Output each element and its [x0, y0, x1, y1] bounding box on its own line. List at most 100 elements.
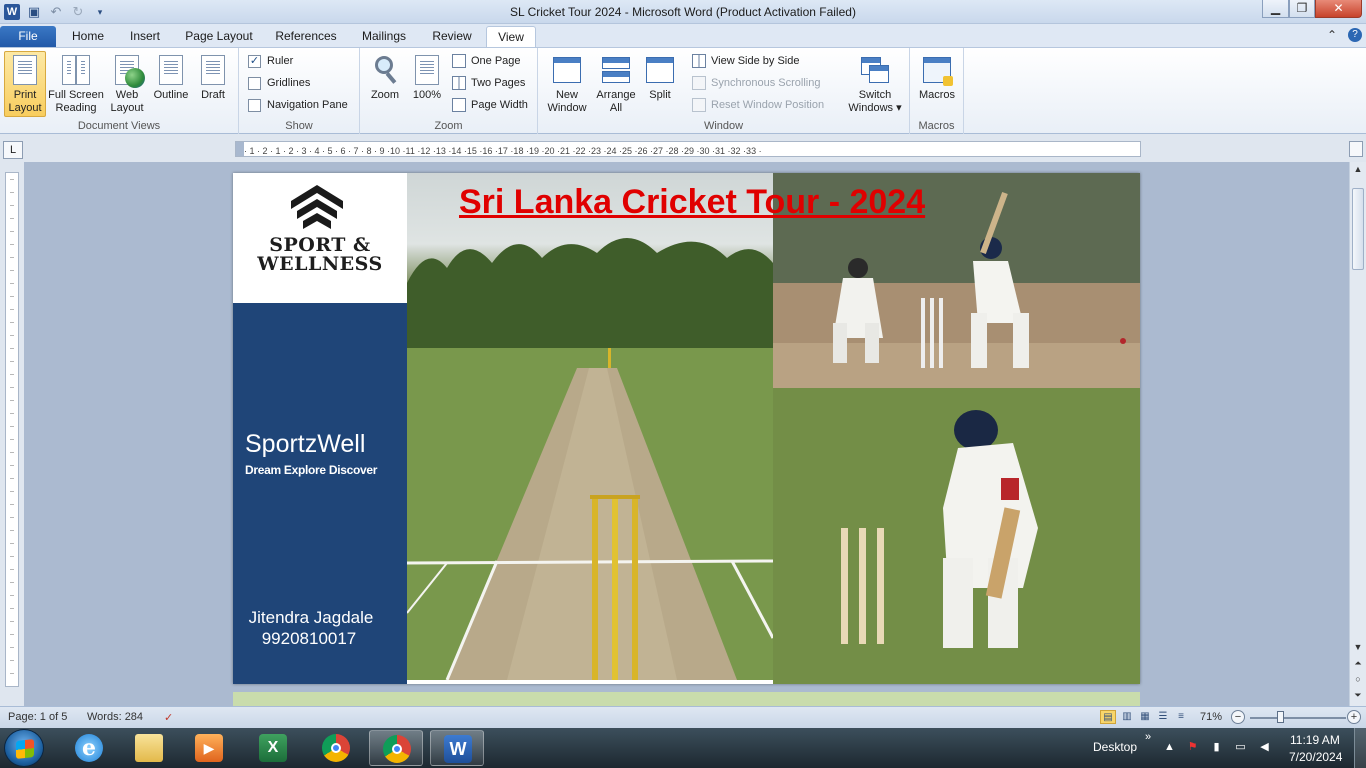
taskbar-chrome-running[interactable] [369, 730, 423, 766]
group-label-macros: Macros [918, 120, 955, 132]
minimize-button[interactable]: ▁ [1262, 0, 1289, 18]
scroll-down-icon[interactable]: ▼ [1350, 640, 1366, 654]
volume-icon[interactable]: ◀ [1258, 741, 1271, 754]
ruler-label: Ruler [267, 55, 294, 67]
print-layout-view-icon[interactable]: ▤ [1100, 710, 1116, 724]
vertical-ruler[interactable] [5, 172, 19, 687]
tab-mailings[interactable]: Mailings [356, 26, 412, 47]
view-ruler-icon[interactable] [1349, 141, 1363, 157]
action-center-icon[interactable]: ⚑ [1186, 741, 1199, 754]
navigation-pane-checkbox[interactable]: Navigation Pane [248, 96, 348, 114]
browse-object-icon[interactable]: ○ [1350, 672, 1366, 686]
page-width-button[interactable]: Page Width [452, 96, 528, 114]
show-desktop-button[interactable] [1354, 728, 1366, 768]
new-window-label-1: New [555, 89, 578, 101]
print-layout-icon [9, 54, 41, 86]
tab-home[interactable]: Home [66, 26, 110, 47]
desktop-toolbar-label[interactable]: Desktop [1093, 740, 1137, 754]
synchronous-scrolling-button[interactable]: Synchronous Scrolling [692, 74, 820, 92]
horizontal-ruler[interactable]: · 1 · 2 · 1 · 2 · 3 · 4 · 5 · 6 · 7 · 8 … [235, 141, 1141, 157]
close-button[interactable]: ✕ [1315, 0, 1362, 18]
clock-date[interactable]: 7/20/2024 [1289, 750, 1342, 764]
tab-review[interactable]: Review [426, 26, 478, 47]
print-layout-button[interactable]: Print Layout [4, 51, 46, 117]
next-page-top [233, 692, 1140, 706]
outline-button[interactable]: Outline [150, 51, 192, 102]
network-icon[interactable]: ▭ [1234, 741, 1247, 754]
ruler-checkbox[interactable]: ✓ Ruler [248, 52, 293, 70]
document-page[interactable]: SPORT & WELLNESS SportzWell Dream Explor… [233, 173, 1140, 684]
zoom-in-button[interactable]: + [1347, 710, 1361, 724]
web-layout-view-icon[interactable]: ▦ [1137, 710, 1153, 724]
split-icon [644, 54, 676, 86]
macros-button[interactable]: Macros [916, 51, 958, 102]
group-label-show: Show [285, 120, 313, 132]
ruler-check-icon[interactable]: ✓ [248, 54, 261, 68]
tab-view[interactable]: View [486, 26, 536, 47]
view-side-by-side-button[interactable]: View Side by Side [692, 52, 799, 70]
vertical-scrollbar[interactable]: ▲ ▼ ⏶ ○ ⏷ [1349, 162, 1366, 706]
zoom-button[interactable]: Zoom [366, 51, 404, 102]
draft-button[interactable]: Draft [194, 51, 232, 102]
full-screen-reading-button[interactable]: Full Screen Reading [48, 51, 104, 115]
taskbar-chrome[interactable] [309, 730, 363, 766]
arrange-all-button[interactable]: Arrange All [593, 51, 639, 115]
full-screen-view-icon[interactable]: ▥ [1119, 710, 1135, 724]
brand-name: SportzWell [245, 430, 366, 458]
page-title[interactable]: Sri Lanka Cricket Tour - 2024 [459, 183, 925, 222]
taskbar-media-player[interactable]: ▶ [182, 730, 236, 766]
tab-insert[interactable]: Insert [122, 26, 168, 47]
document-area[interactable]: SPORT & WELLNESS SportzWell Dream Explor… [24, 162, 1349, 706]
zoom-level[interactable]: 71% [1200, 711, 1222, 723]
scroll-up-icon[interactable]: ▲ [1350, 162, 1366, 176]
draft-label: Draft [201, 89, 225, 101]
two-pages-button[interactable]: Two Pages [452, 74, 525, 92]
reset-window-position-button[interactable]: Reset Window Position [692, 96, 824, 114]
tab-selector[interactable]: L [3, 141, 23, 159]
proofing-icon[interactable]: ✓ [164, 711, 173, 724]
zoom-label: Zoom [370, 89, 400, 101]
start-button[interactable] [4, 729, 44, 767]
maximize-button[interactable]: ❐ [1289, 0, 1315, 18]
tab-file[interactable]: File [0, 26, 56, 47]
next-page-icon[interactable]: ⏷ [1350, 688, 1366, 702]
word-count[interactable]: Words: 284 [87, 711, 143, 723]
ribbon-tabs: File Home Insert Page Layout References … [0, 24, 1366, 47]
taskbar-file-explorer[interactable] [122, 730, 176, 766]
taskbar-excel[interactable]: X [246, 730, 300, 766]
tab-references[interactable]: References [270, 26, 342, 47]
navigation-pane-check-icon[interactable] [248, 98, 261, 112]
taskbar-word-running[interactable]: W [430, 730, 484, 766]
print-layout-label-1: Print [13, 89, 37, 101]
device-icon[interactable]: ▮ [1210, 741, 1223, 754]
zoom-100-button[interactable]: 100% [408, 51, 446, 102]
show-hidden-icons-icon[interactable]: ▲ [1163, 741, 1176, 754]
gridlines-checkbox[interactable]: Gridlines [248, 74, 310, 92]
logo-chevron-icon [291, 185, 343, 229]
web-layout-button[interactable]: Web Layout [107, 51, 147, 115]
minimize-ribbon-icon[interactable]: ⌃ [1327, 28, 1337, 42]
outline-view-icon[interactable]: ☰ [1155, 710, 1171, 724]
draft-view-icon[interactable]: ≡ [1173, 710, 1189, 724]
switch-windows-button[interactable]: Switch Windows ▾ [842, 51, 908, 115]
page-count[interactable]: Page: 1 of 5 [8, 711, 67, 723]
help-icon[interactable]: ? [1348, 28, 1362, 42]
one-page-button[interactable]: One Page [452, 52, 521, 70]
tab-page-layout[interactable]: Page Layout [182, 26, 256, 47]
previous-page-icon[interactable]: ⏶ [1350, 656, 1366, 670]
zoom-slider-thumb[interactable] [1277, 711, 1284, 723]
zoom-slider-track[interactable] [1250, 717, 1346, 719]
group-show: ✓ Ruler Gridlines Navigation Pane Show [239, 48, 360, 134]
scroll-thumb[interactable] [1352, 188, 1364, 270]
book-icon [60, 54, 92, 86]
desktop-toolbar-chevron[interactable]: » [1145, 731, 1151, 743]
split-button[interactable]: Split [642, 51, 678, 102]
group-window: New Window Arrange All Split View Side b… [538, 48, 910, 134]
clock-time[interactable]: 11:19 AM [1290, 733, 1340, 747]
zoom-out-button[interactable]: − [1231, 710, 1245, 724]
group-label-zoom: Zoom [434, 120, 463, 132]
window-title: SL Cricket Tour 2024 - Microsoft Word (P… [510, 5, 856, 19]
gridlines-check-icon[interactable] [248, 76, 261, 90]
new-window-button[interactable]: New Window [544, 51, 590, 115]
taskbar-internet-explorer[interactable]: e [62, 730, 116, 766]
